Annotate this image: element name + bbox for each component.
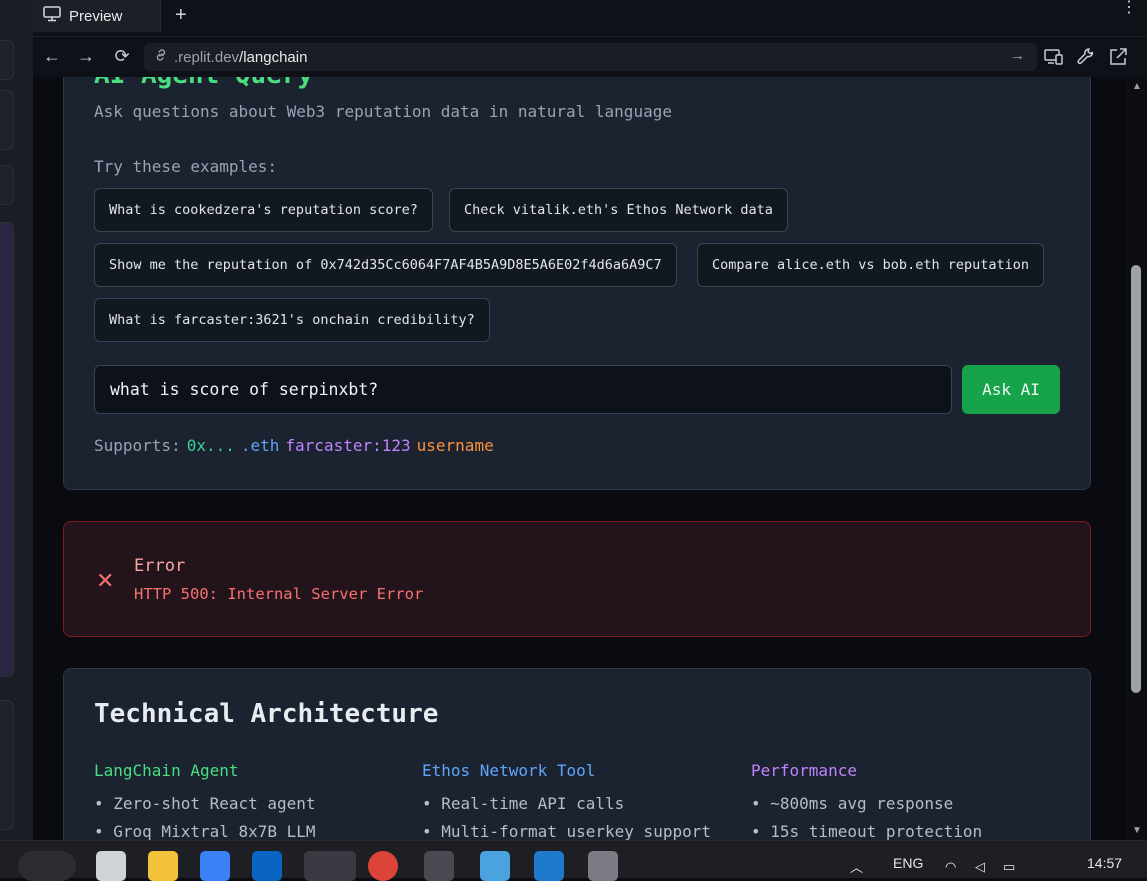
error-alert: ✕ Error HTTP 500: Internal Server Error [63,521,1091,637]
supports-format: 0x... [186,436,235,455]
supports-row: Supports: 0x... .eth farcaster:123 usern… [94,436,494,455]
taskbar: ︿ ENG ◠ ◁ ▭ 14:57 [0,840,1147,881]
error-message: HTTP 500: Internal Server Error [134,585,424,603]
error-title: Error [134,556,186,576]
architecture-column: Performance • ~800ms avg response • 15s … [751,761,982,840]
list-item: • Multi-format userkey support [422,822,711,840]
scrollbar[interactable]: ▲ ▼ [1126,77,1147,840]
column-heading: Ethos Network Tool [422,761,596,780]
volume-icon[interactable]: ◁ [975,859,985,875]
battery-icon[interactable]: ▭ [1003,859,1015,875]
example-chip[interactable]: Compare alice.eth vs bob.eth reputation [697,243,1044,287]
chrome-icon[interactable] [304,851,356,881]
page-title: AI Agent Query [94,77,313,90]
preview-window: Preview + ⋮ ← → ⟳ .replit.dev/langchain … [33,0,1147,840]
scroll-down-icon[interactable]: ▼ [1132,825,1142,836]
scroll-up-icon[interactable]: ▲ [1132,81,1142,92]
go-arrow-icon[interactable]: → [1010,47,1025,64]
wifi-icon[interactable]: ◠ [945,859,956,875]
column-heading: LangChain Agent [94,761,239,780]
example-chip[interactable]: Show me the reputation of 0x742d35Cc6064… [94,243,677,287]
widgets-icon[interactable] [18,851,76,881]
query-subtitle: Ask questions about Web3 reputation data… [94,102,672,121]
list-item: • Zero-shot React agent [94,794,316,813]
url-domain: .replit.dev [174,48,240,66]
example-chip[interactable]: What is cookedzera's reputation score? [94,188,433,232]
ide-panel-edge [0,90,14,150]
list-item: • Real-time API calls [422,794,625,813]
ai-agent-query-card: AI Agent Query Ask questions about Web3 … [63,77,1091,490]
store-icon[interactable] [200,851,230,881]
supports-format: .eth [240,436,280,455]
language-indicator[interactable]: ENG [893,855,923,871]
outlook-icon[interactable] [252,851,282,881]
column-heading: Performance [751,761,857,780]
clock[interactable]: 14:57 [1087,855,1122,871]
chrome-profile-icon[interactable] [368,851,398,881]
more-options-icon[interactable]: ⋮ [1121,0,1137,16]
supports-format: username [416,436,494,455]
wrench-icon[interactable] [1076,47,1096,67]
example-chip[interactable]: What is farcaster:3621's onchain credibi… [94,298,490,342]
query-input[interactable] [94,365,952,414]
open-external-icon[interactable] [1108,47,1128,67]
supports-format: farcaster:123 [285,436,411,455]
architecture-column: Ethos Network Tool • Real-time API calls… [422,761,711,840]
file-icon[interactable] [96,851,126,881]
url-field[interactable]: .replit.dev/langchain → [144,43,1037,71]
ide-panel-edge [0,222,14,677]
terminal-icon[interactable] [424,851,454,881]
scrollbar-thumb[interactable] [1131,265,1141,693]
ask-ai-button[interactable]: Ask AI [962,365,1060,414]
notepad-icon[interactable] [480,851,510,881]
link-icon [154,48,168,66]
tab-label: Preview [69,7,123,25]
example-chip[interactable]: Check vitalik.eth's Ethos Network data [449,188,788,232]
ide-panel-edge [0,165,14,205]
technical-architecture-card: Technical Architecture LangChain Agent •… [63,668,1091,840]
list-item: • 15s timeout protection [751,822,983,840]
list-item: • ~800ms avg response [751,794,954,813]
tab-preview[interactable]: Preview [33,0,161,32]
forward-arrow-icon[interactable]: → [75,45,97,67]
chevron-up-icon[interactable]: ︿ [850,857,863,876]
tab-bar: Preview + ⋮ [33,0,1147,32]
address-bar-row: ← → ⟳ .replit.dev/langchain → [33,36,1147,76]
architecture-column: LangChain Agent • Zero-shot React agent … [94,761,316,840]
url-path: /langchain [239,48,308,66]
vscode-icon[interactable] [534,851,564,881]
reload-icon[interactable]: ⟳ [111,45,133,67]
ide-sidebar-strip [0,0,33,840]
tools-icon[interactable] [588,851,618,881]
back-arrow-icon[interactable]: ← [41,45,63,67]
examples-label: Try these examples: [94,157,278,176]
architecture-title: Technical Architecture [94,699,439,729]
list-item: • Groq Mixtral 8x7B LLM [94,822,316,840]
supports-label: Supports: [94,436,181,455]
page-content: AI Agent Query Ask questions about Web3 … [33,77,1126,840]
new-tab-button[interactable]: + [175,4,187,26]
devices-icon[interactable] [1044,47,1064,67]
ide-panel-edge [0,40,14,80]
close-icon: ✕ [96,568,115,593]
monitor-icon [43,5,61,27]
ide-panel-edge [0,700,14,830]
folder-icon[interactable] [148,851,178,881]
